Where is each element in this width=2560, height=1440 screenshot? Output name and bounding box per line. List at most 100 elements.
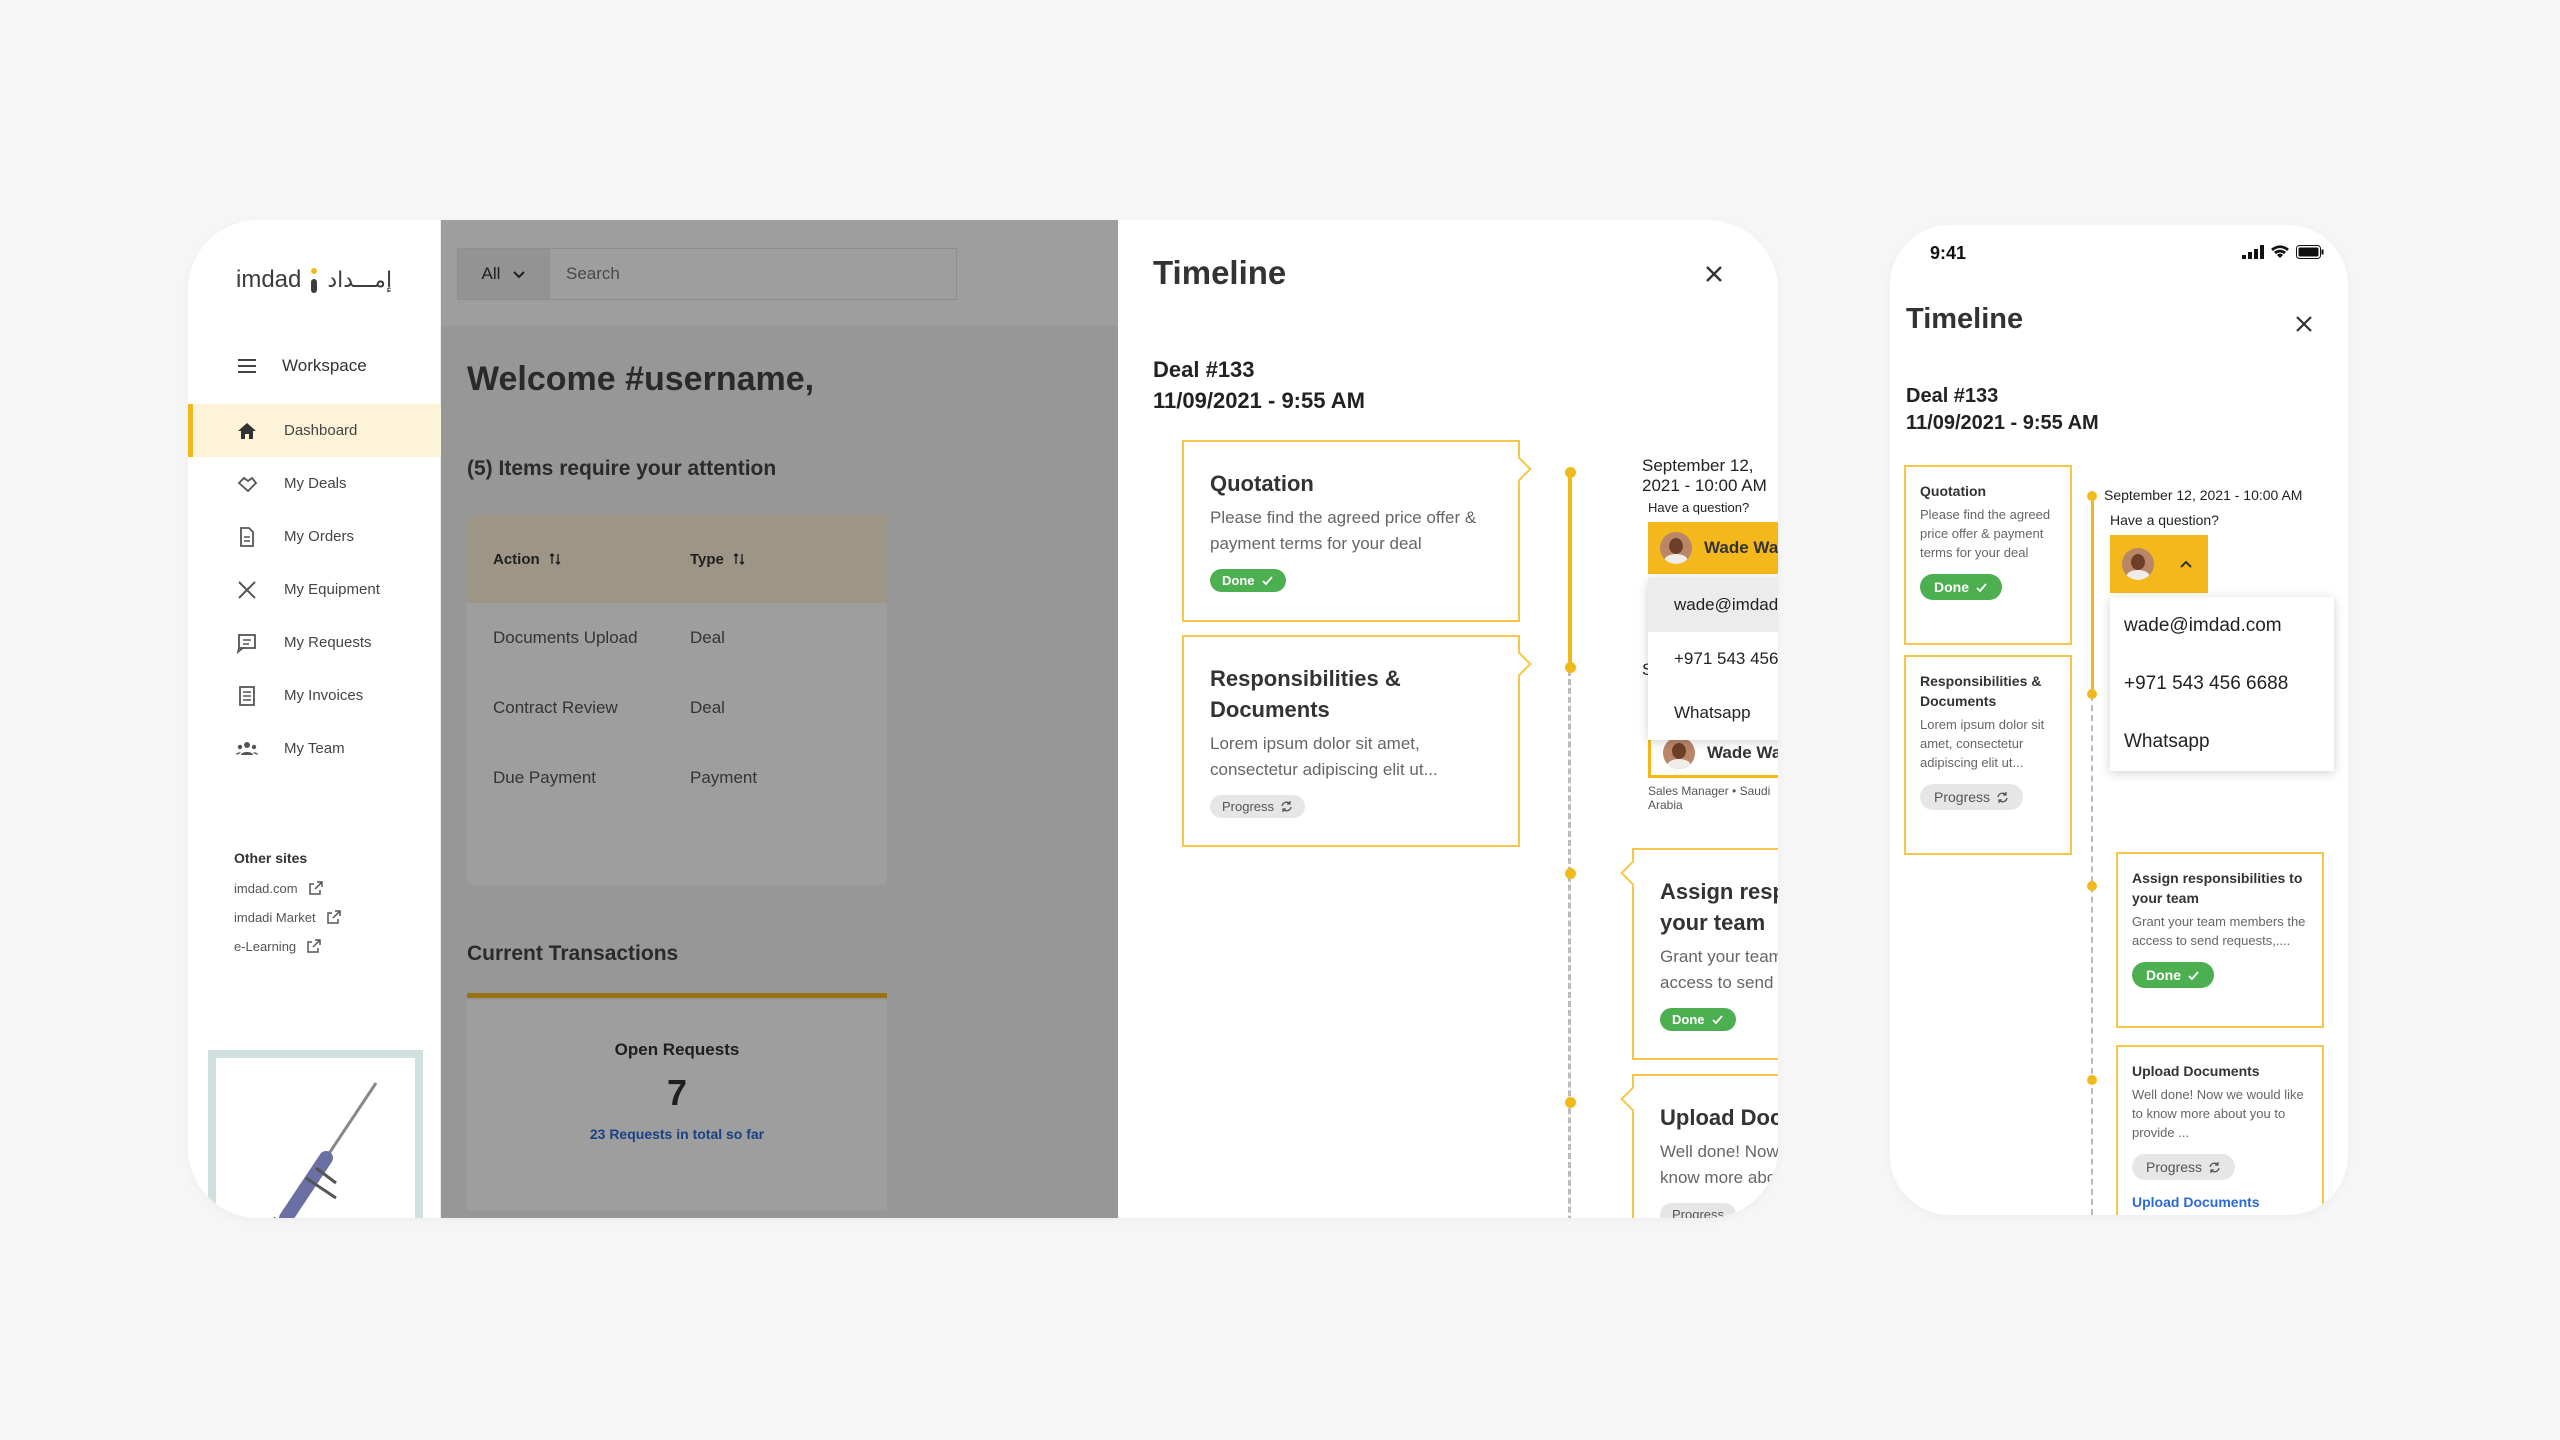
other-site-link[interactable]: e-Learning [234,938,342,954]
workspace-menu[interactable]: Workspace [236,355,367,377]
chevron-up-icon [2180,560,2192,568]
status-badge-progress: Progress [1210,795,1306,818]
card-title: Quotation [1920,483,1987,499]
question-label: Have a question? [1648,500,1750,515]
close-icon[interactable] [1700,260,1728,288]
responsibilities-card[interactable]: Responsibilities & Documents Lorem ipsum… [1182,635,1532,847]
status-label: Done [1934,579,1969,595]
status-icons [2242,245,2324,259]
status-label: Progress [1672,1207,1725,1218]
card-description: Grant your team members the access to se… [1660,947,1778,992]
status-badge-done: Done [1920,574,2002,600]
deal-number: Deal #133 [1906,385,1999,407]
tools-icon [236,579,258,601]
check-icon [2188,970,2199,980]
sidebar-item-my-invoices[interactable]: My Invoices [188,669,441,722]
timeline-line [2091,695,2093,1215]
sidebar-item-my-equipment[interactable]: My Equipment [188,563,441,616]
handshake-icon [236,473,258,495]
timeline-dot [1565,467,1576,478]
contact-option-email[interactable]: wade@imdad.com [1648,578,1778,632]
modal-backdrop[interactable] [441,220,1118,1218]
sidebar-item-my-team[interactable]: My Team [188,722,441,775]
sidebar-item-my-orders[interactable]: My Orders [188,510,441,563]
contact-option-whatsapp[interactable]: Whatsapp [2110,713,2334,771]
contact-option-whatsapp[interactable]: Whatsapp [1648,686,1778,740]
external-link-icon [326,910,341,924]
refresh-icon [1997,791,2008,803]
dashboard-main: All Welcome #username, (5) Items require… [441,220,1778,1218]
upload-documents-link[interactable]: Upload Documents [2132,1194,2308,1210]
timeline-dot [2087,491,2097,501]
status-badge-progress: Progress [1920,784,2024,810]
timeline-title: Timeline [1906,303,2024,335]
timeline-dot [1565,662,1576,673]
close-icon[interactable] [2292,312,2316,336]
sidebar-item-my-requests[interactable]: My Requests [188,616,441,669]
responsibilities-card[interactable]: Responsibilities & Documents Lorem ipsum… [1904,655,2072,855]
contact-option-phone[interactable]: +971 543 456 6688 [1648,632,1778,686]
timeline-dot [1565,868,1576,879]
card-arrow [1620,860,1646,886]
other-sites: Other sites imdad.com imdadi Market e-Le… [234,850,342,967]
card-arrow [1506,651,1532,677]
upload-card[interactable]: Upload Documents Well done! Now we would… [2116,1045,2324,1215]
card-title: Upload Documents [2132,1063,2260,1079]
card-title: Assign responsibilities to your team [1660,879,1778,935]
card-title: Upload Documents [1660,1105,1778,1130]
other-site-label: e-Learning [234,938,297,954]
sidebar-item-label: My Invoices [284,687,364,704]
card-description: Please find the agreed price offer & pay… [1920,507,2051,560]
sidebar-item-label: My Requests [284,634,372,651]
timeline-progress-line [1568,470,1572,670]
contact-option-email[interactable]: wade@imdad.com [2110,597,2334,655]
event-date: September 12, 2021 - 10:00 AM [1642,456,1767,495]
avatar [1663,737,1695,769]
quotation-card[interactable]: Quotation Please find the agreed price o… [1182,440,1532,622]
timeline-title: Timeline [1153,254,1287,291]
assign-card[interactable]: Assign responsibilities to your team Gra… [2116,852,2324,1028]
hamburger-icon [236,355,258,377]
avatar [1660,532,1692,564]
card-description: Grant your team members the access to se… [2132,914,2306,948]
other-site-link[interactable]: imdadi Market [234,909,342,925]
card-title: Responsibilities & Documents [1210,666,1401,722]
card-title: Quotation [1210,471,1314,496]
timeline-line [1568,670,1571,1218]
contact-options-menu: wade@imdad.com +971 543 456 6688 Whatsap… [2110,597,2334,771]
status-label: Progress [2146,1159,2203,1175]
sidebar-item-label: My Equipment [284,581,380,598]
desktop-device: imdad إمـــداد Workspace Dashboard My De… [188,220,1778,1218]
timeline-dot [2087,881,2097,891]
logo-arabic: إمـــداد [327,267,393,293]
mobile-device: 9:41 Timeline Deal #133 11/09/2021 - 9:5… [1890,225,2348,1215]
sidebar-item-dashboard[interactable]: Dashboard [188,404,441,457]
assign-card[interactable]: Assign responsibilities to your team Gra… [1620,848,1778,1060]
contact-options-menu: wade@imdad.com +971 543 456 6688 Whatsap… [1648,578,1778,740]
battery-icon [2296,245,2324,259]
sidebar-item-label: My Orders [284,528,355,545]
imdad-logo[interactable]: imdad إمـــداد [236,260,392,300]
external-link-icon [307,939,321,953]
sidebar-item-label: My Deals [284,475,347,492]
check-icon [1976,582,1987,592]
contact-dropdown-toggle[interactable] [2110,535,2208,593]
status-label: Done [2146,967,2181,983]
status-time: 9:41 [1930,243,1967,263]
deal-date: 11/09/2021 - 9:55 AM [1906,412,2099,434]
upload-card[interactable]: Upload Documents Well done! Now we would… [1620,1074,1778,1218]
check-icon [1261,576,1273,586]
home-icon [236,420,258,442]
deal-info: Deal #133 11/09/2021 - 9:55 AM [1906,383,2099,437]
status-label: Progress [1222,799,1275,814]
status-label: Done [1672,1012,1705,1027]
contact-option-phone[interactable]: +971 543 456 6688 [2110,655,2334,713]
status-badge-done: Done [1660,1008,1736,1031]
event-date: September 12, 2021 - 10:00 AM [2104,487,2303,503]
timeline-dot [2087,1075,2097,1085]
contact-dropdown-toggle[interactable]: Wade Warren [1648,522,1778,574]
sidebar-item-my-deals[interactable]: My Deals [188,457,441,510]
promo-banner[interactable] [208,1050,423,1218]
other-site-link[interactable]: imdad.com [234,880,342,896]
quotation-card[interactable]: Quotation Please find the agreed price o… [1904,465,2072,645]
